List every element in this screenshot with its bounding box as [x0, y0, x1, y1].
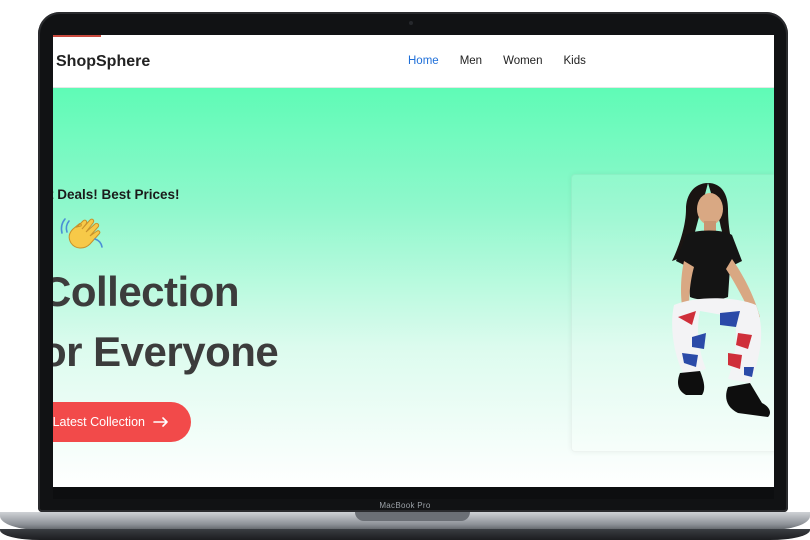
- camera-icon: [409, 21, 413, 25]
- nav-link-home[interactable]: Home: [408, 55, 439, 67]
- hero-image-card: [571, 174, 774, 452]
- nav-link-women[interactable]: Women: [503, 55, 542, 67]
- waving-hand-icon: [60, 218, 103, 249]
- logo[interactable]: ShopSphere: [56, 53, 150, 71]
- hero-section: t Deals! Best Prices! Collection or Ever…: [53, 88, 774, 487]
- nav-link-men[interactable]: Men: [460, 55, 482, 67]
- browser-screen: ShopSphere Home Men Women Kids t Deals! …: [53, 35, 774, 487]
- nav-links: Home Men Women Kids: [408, 55, 607, 67]
- model-photo: [672, 183, 770, 417]
- navbar: ShopSphere Home Men Women Kids: [53, 35, 774, 88]
- screen-edge-accent: [53, 35, 101, 37]
- arrow-right-icon: [153, 417, 168, 427]
- hero-title-line-2: or Everyone: [53, 328, 279, 375]
- hero-title-line-1: Collection: [53, 268, 240, 315]
- nav-link-kids[interactable]: Kids: [563, 55, 585, 67]
- latest-collection-button[interactable]: Latest Collection: [53, 402, 191, 442]
- laptop-base-shadow: [0, 529, 810, 540]
- cta-label: Latest Collection: [53, 415, 145, 429]
- hero-tagline: t Deals! Best Prices!: [53, 187, 180, 202]
- laptop-opening-notch: [355, 512, 470, 521]
